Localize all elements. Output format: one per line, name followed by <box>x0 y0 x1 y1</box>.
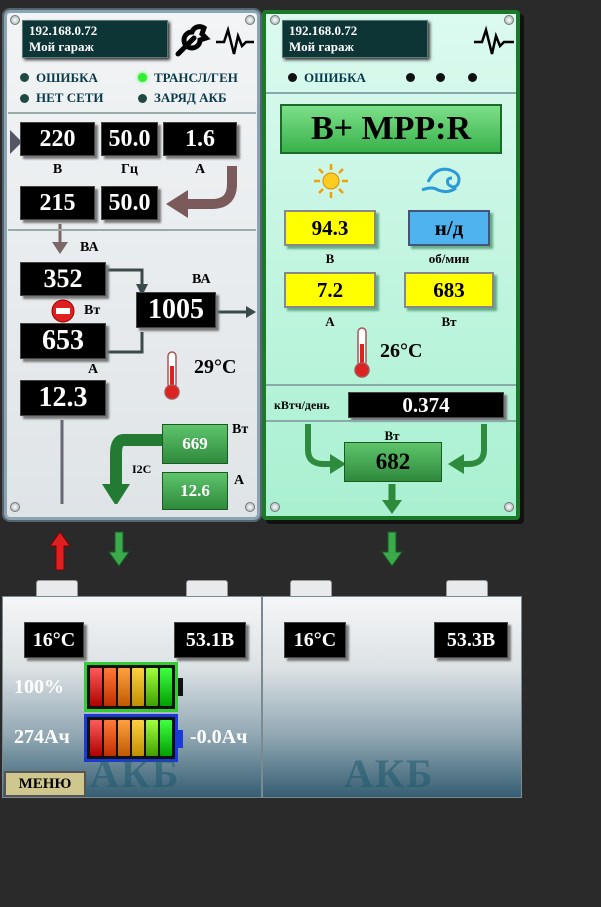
divider <box>266 384 516 386</box>
mppt-indicator-3 <box>468 73 477 82</box>
bus-power-value: 669 <box>162 424 228 464</box>
mppt-mode-display[interactable]: B+ MPP:R <box>280 104 502 154</box>
bus-current-unit: А <box>234 473 245 488</box>
battery2-voltage: 53.3В <box>434 622 508 658</box>
input-freq-value: 50.0 <box>101 122 158 156</box>
i2c-label: I2C <box>132 462 152 476</box>
charge-cells <box>87 665 175 709</box>
arrow-down-icon <box>381 531 403 567</box>
input-voltage-unit: В <box>52 162 63 177</box>
no-grid-label: НЕТ СЕТИ <box>36 90 104 105</box>
mppt-device-info[interactable]: 192.168.0.72 Мой гараж <box>282 20 428 58</box>
transl-gen-label: ТРАНСЛ/ГЕН <box>154 70 238 85</box>
wrench-icon[interactable] <box>172 22 256 58</box>
active-power-value: 653 <box>20 323 106 359</box>
inverter-temperature: 29°C <box>194 356 237 378</box>
mppt-error-indicator <box>288 73 297 82</box>
mppt-indicator-2 <box>436 73 445 82</box>
divider <box>8 229 256 231</box>
mppt-power-unit: Вт <box>441 314 457 329</box>
energy-value: 0.374 <box>348 392 504 418</box>
inverter-ip: 192.168.0.72 <box>29 23 98 38</box>
battery2-label: АКБ <box>344 751 435 796</box>
arrow-up-icon <box>49 531 71 571</box>
battery1-soc: 100% <box>14 676 64 698</box>
gauge-terminal <box>178 678 183 696</box>
input-freq-unit: Гц <box>121 162 138 177</box>
mppt-rpm-unit: об/мин <box>428 251 470 266</box>
input-voltage-value: 220 <box>20 122 95 156</box>
screw-icon <box>270 502 280 512</box>
apparent-power-unit: ВА <box>80 240 99 255</box>
output-voltage-value: 215 <box>20 186 95 220</box>
transl-gen-indicator <box>138 73 147 82</box>
input-current-value: 1.6 <box>163 122 237 156</box>
error-indicator <box>20 73 29 82</box>
divider <box>266 92 516 94</box>
charge-label: ЗАРЯД АКБ <box>154 90 227 105</box>
current-value: 12.3 <box>20 380 106 416</box>
battery1-temperature: 16°C <box>24 622 84 658</box>
charge-indicator <box>138 94 147 103</box>
apparent-power-value: 352 <box>20 262 106 296</box>
pulse-icon[interactable] <box>472 24 516 58</box>
battery1-label: АКБ <box>90 751 181 796</box>
battery1-voltage: 53.1В <box>174 622 246 658</box>
mppt-ip: 192.168.0.72 <box>289 23 358 38</box>
mppt-indicator-1 <box>406 73 415 82</box>
total-va-unit: ВА <box>192 272 211 287</box>
stop-icon[interactable] <box>50 298 76 324</box>
menu-button[interactable]: МЕНЮ <box>4 771 86 797</box>
gauge-terminal <box>178 730 183 748</box>
mppt-name: Мой гараж <box>289 39 354 54</box>
error-label: ОШИБКА <box>36 70 98 85</box>
mppt-temperature: 26°C <box>380 340 423 362</box>
inverter-name: Мой гараж <box>29 39 94 54</box>
mppt-voltage-unit: В <box>325 251 335 266</box>
mppt-current-value: 7.2 <box>284 272 376 308</box>
battery2-temperature: 16°C <box>284 622 346 658</box>
mppt-out-power-value: 682 <box>344 442 442 482</box>
active-power-unit: Вт <box>84 303 101 318</box>
inverter-device-info[interactable]: 192.168.0.72 Мой гараж <box>22 20 168 58</box>
energy-label: кВтч/день <box>274 398 330 412</box>
battery1-delta: -0.0Ач <box>190 726 248 748</box>
bus-power-unit: Вт <box>232 422 249 437</box>
current-unit: А <box>88 362 99 377</box>
battery1-capacity: 274Ач <box>14 726 70 748</box>
mppt-rpm-value: н/д <box>408 210 490 246</box>
screw-icon <box>270 15 280 25</box>
no-grid-indicator <box>20 94 29 103</box>
output-freq-value: 50.0 <box>101 186 158 220</box>
bus-current-value: 12.6 <box>162 472 228 510</box>
mppt-error-label: ОШИБКА <box>304 70 366 85</box>
screw-icon <box>10 15 20 25</box>
screw-icon <box>504 502 514 512</box>
thermometer-icon <box>354 327 370 378</box>
mppt-voltage-value: 94.3 <box>284 210 376 246</box>
battery1-charge-gauge <box>84 662 178 712</box>
input-current-unit: А <box>194 162 206 177</box>
wind-icon <box>421 167 461 194</box>
thermometer-icon <box>164 351 180 400</box>
total-va-value: 1005 <box>136 292 216 328</box>
arrow-down-icon <box>108 531 130 567</box>
mppt-power-value: 683 <box>404 272 494 308</box>
sun-icon <box>314 164 348 198</box>
